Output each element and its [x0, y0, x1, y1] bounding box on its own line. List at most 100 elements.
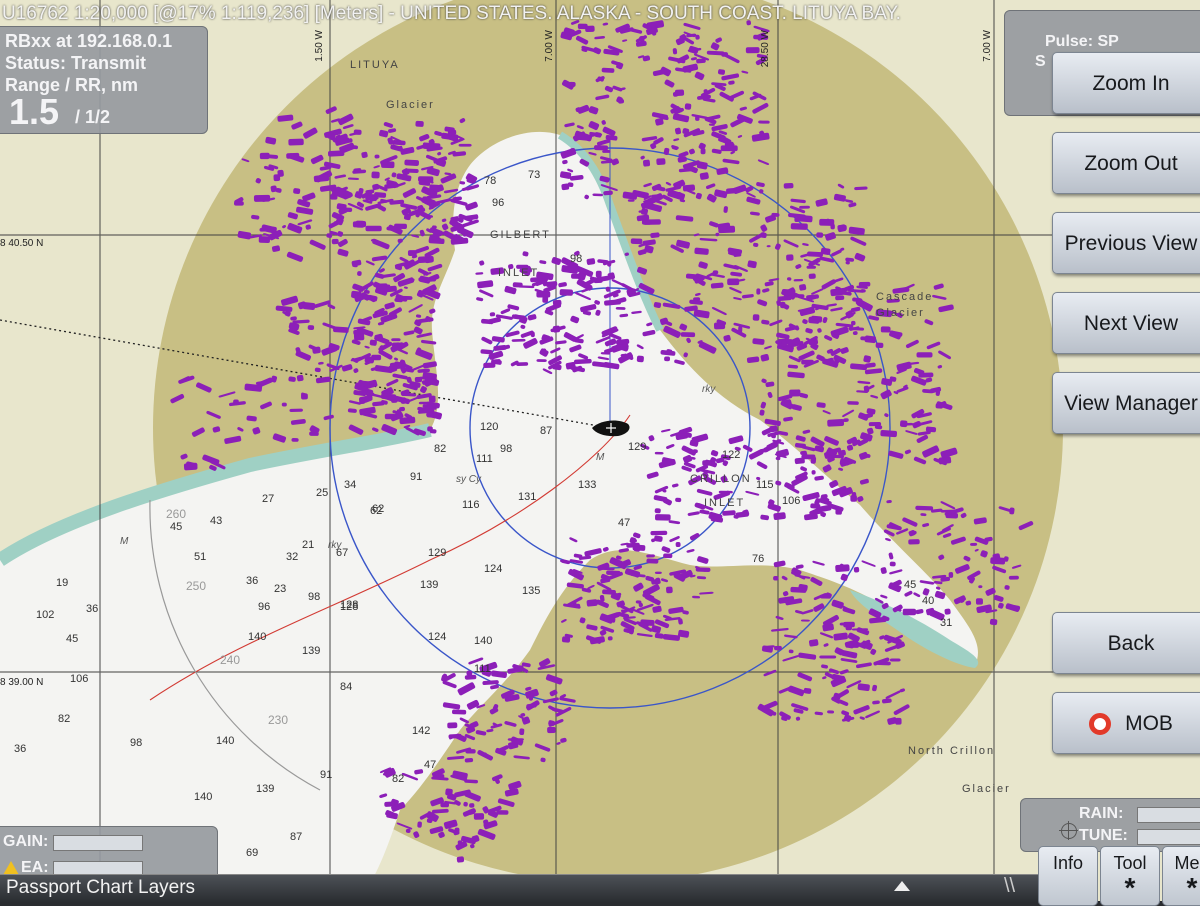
- sounding-label: 19: [56, 577, 68, 589]
- view-manager-button[interactable]: View Manager: [1052, 372, 1200, 434]
- radar-echo: [288, 138, 304, 146]
- radar-echo: [465, 749, 476, 754]
- chart-layers-title: Passport Chart Layers: [6, 877, 196, 898]
- radar-echo: [391, 338, 401, 342]
- info-label: Info: [1052, 853, 1084, 873]
- radar-echo: [902, 608, 916, 616]
- radar-echo: [365, 225, 382, 232]
- place-name-label: LITUYA: [350, 59, 400, 71]
- sounding-label: 36: [86, 603, 98, 615]
- sounding-label: 21: [302, 539, 314, 551]
- radar-echo: [568, 81, 576, 87]
- sounding-label: 139: [420, 579, 438, 591]
- radar-echo: [432, 773, 445, 780]
- radar-echo: [786, 254, 794, 261]
- sounding-label: 23: [274, 583, 286, 595]
- radar-echo: [970, 542, 978, 546]
- up-arrow-icon[interactable]: [894, 881, 910, 891]
- radar-echo: [803, 687, 812, 694]
- next-view-button[interactable]: Next View: [1052, 292, 1200, 354]
- latitude-label: 8 40.50 N: [0, 238, 43, 249]
- sounding-label: 124: [428, 631, 446, 643]
- mob-button[interactable]: MOB: [1052, 692, 1200, 754]
- radar-echo: [353, 333, 365, 341]
- radar-echo: [1008, 575, 1019, 580]
- chart-canvas[interactable]: 1.50 W 7.00 W 28.50 W 7.00 W 8 40.50 N 8 39.0…: [0, 0, 1200, 901]
- tune-slider[interactable]: [1137, 829, 1200, 845]
- radar-echo: [989, 618, 998, 626]
- place-name-label: Glacier: [876, 307, 925, 319]
- previous-view-button[interactable]: Previous View: [1052, 212, 1200, 274]
- radar-echo: [944, 608, 951, 615]
- zoom-out-button[interactable]: Zoom Out: [1052, 132, 1200, 194]
- sounding-label: 45: [170, 521, 182, 533]
- radar-echo: [654, 451, 664, 455]
- sounding-label: 47: [618, 517, 630, 529]
- resize-handle-icon[interactable]: \\: [1004, 875, 1015, 898]
- radar-echo: [675, 541, 681, 548]
- life-ring-icon: [1089, 713, 1112, 735]
- radar-echo: [519, 728, 525, 736]
- radar-echo: [595, 270, 602, 278]
- radar-echo: [718, 490, 733, 494]
- radar-echo: [819, 594, 831, 599]
- radar-echo: [858, 281, 871, 287]
- sounding-label: 96: [492, 197, 504, 209]
- chart-layers-bar[interactable]: Passport Chart Layers \\: [0, 874, 1040, 902]
- place-name-label: Cascade: [876, 291, 933, 303]
- sounding-label: 139: [302, 645, 320, 657]
- radar-echo: [259, 152, 270, 160]
- radar-echo: [536, 359, 547, 362]
- chart-title: U16762 1:20,000 [@17% 1:119,236] [Meters…: [2, 3, 901, 24]
- sounding-label: 25: [316, 487, 328, 499]
- radar-echo: [452, 709, 467, 715]
- radar-status: Status: Transmit: [5, 53, 147, 73]
- back-label: Back: [1107, 631, 1155, 655]
- sounding-label: 91: [410, 471, 422, 483]
- radar-echo: [291, 438, 299, 442]
- back-button[interactable]: Back x: [1052, 612, 1200, 674]
- menu-label: Men: [1174, 853, 1200, 873]
- radar-echo: [827, 419, 845, 427]
- range-value: 1.5: [9, 91, 60, 132]
- rain-label: RAIN:: [1079, 805, 1124, 822]
- tool-button[interactable]: Tool *: [1100, 846, 1160, 906]
- info-button[interactable]: Info: [1038, 846, 1098, 906]
- radar-echo: [528, 694, 534, 701]
- radar-echo: [636, 355, 644, 363]
- sounding-label: 131: [518, 491, 536, 503]
- sounding-label: 82: [392, 773, 404, 785]
- radar-echo: [918, 372, 934, 378]
- radar-echo: [447, 722, 458, 729]
- radar-host: RBxx at 192.168.0.1: [5, 31, 173, 51]
- radar-echo: [371, 171, 380, 179]
- zoom-out-label: Zoom Out: [1084, 151, 1178, 175]
- radar-echo: [847, 401, 859, 405]
- sounding-label: 76: [752, 553, 764, 565]
- radar-echo: [868, 422, 882, 427]
- sounding-label: 122: [722, 449, 740, 461]
- sounding-label: 87: [290, 831, 302, 843]
- radar-echo: [712, 270, 719, 275]
- tool-label: Tool: [1113, 853, 1147, 873]
- radar-echo: [650, 530, 668, 536]
- radar-echo: [880, 326, 891, 333]
- rain-slider[interactable]: [1137, 807, 1200, 823]
- radar-echo: [615, 306, 626, 310]
- radar-echo: [293, 188, 301, 194]
- sounding-label: 98: [500, 443, 512, 455]
- sounding-label: 140: [216, 735, 234, 747]
- radar-echo: [819, 218, 835, 226]
- radar-echo: [511, 338, 526, 342]
- radar-echo: [469, 803, 475, 808]
- radar-echo: [458, 143, 472, 147]
- menu-button[interactable]: Men *: [1162, 846, 1200, 906]
- sounding-label: 51: [194, 551, 206, 563]
- radar-echo: [575, 603, 581, 608]
- sounding-label: 139: [256, 783, 274, 795]
- radar-echo: [745, 47, 760, 54]
- zoom-in-button[interactable]: Zoom In: [1052, 52, 1200, 114]
- gain-slider[interactable]: [53, 835, 143, 851]
- radar-echo: [806, 265, 816, 269]
- sounding-label: 45: [904, 579, 916, 591]
